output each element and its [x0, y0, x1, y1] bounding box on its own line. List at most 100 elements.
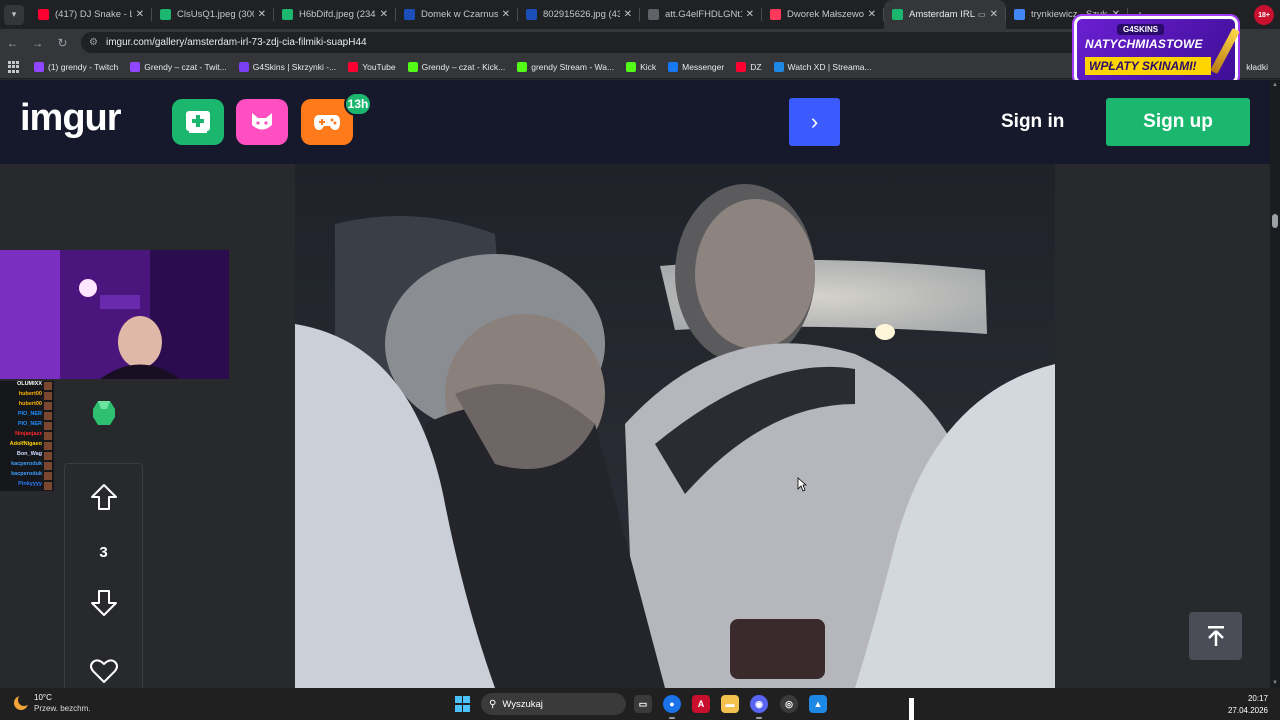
close-tab-icon[interactable]: ✕ — [624, 9, 632, 20]
chrome-icon[interactable]: ● — [663, 695, 681, 713]
bookmark-label: grendy Stream - Wa... — [531, 62, 615, 72]
browser-tab[interactable]: 802915626.jpg (433× ✕ — [518, 0, 640, 29]
taskbar-search[interactable]: ⚲ Wyszukaj — [481, 693, 626, 715]
browser-tab-title: Dworek Małszewo - — [787, 9, 864, 20]
stream-chat-overlay: OLUMIXX hubert00 hubert00 PIO_NER PIO_NER Nin… — [0, 381, 54, 491]
bookmark-item[interactable]: grendy Stream - Wa... — [517, 62, 614, 72]
browser-tab[interactable]: Amsterdam IRL | ▭ ✕ — [884, 0, 1006, 29]
bookmark-item[interactable]: YouTube — [348, 62, 396, 72]
scroll-down-icon[interactable]: ▼ — [1272, 680, 1278, 686]
chat-emote-icon — [44, 472, 52, 480]
discord-icon[interactable]: ◉ — [750, 695, 768, 713]
apps-grid-icon[interactable] — [8, 61, 20, 73]
system-clock[interactable]: 20:17 27.04.2026 — [1228, 693, 1268, 717]
kick-icon — [626, 62, 637, 72]
tab-media-icon[interactable]: ▭ — [978, 10, 986, 19]
photos-app-icon[interactable]: ▲ — [809, 695, 827, 713]
g4skins-promo-banner[interactable]: G4SKINS NATYCHMIASTOWE WPŁATY SKINAMI! — [1074, 16, 1240, 84]
close-tab-icon[interactable]: ✕ — [868, 9, 876, 20]
chat-username: PIO_NER — [17, 411, 42, 417]
close-tab-icon[interactable]: ✕ — [136, 9, 144, 20]
bookmark-item[interactable]: DZ — [736, 62, 762, 72]
browser-tab-title: (417) DJ Snake - Let — [55, 9, 132, 20]
chat-emote-icon — [44, 432, 52, 440]
weather-temperature: 10°C — [34, 693, 52, 702]
sign-up-button[interactable]: Sign up — [1106, 98, 1250, 146]
close-tab-icon[interactable]: ✕ — [258, 9, 266, 20]
mouse-cursor-icon — [797, 477, 807, 492]
new-post-button[interactable] — [172, 99, 224, 145]
sign-in-link[interactable]: Sign in — [1001, 111, 1064, 133]
bookmark-item[interactable]: Watch XD | Streama... — [773, 62, 872, 72]
bookmark-label: G4Skins | Skrzynki -... — [252, 62, 337, 72]
close-tab-icon[interactable]: ✕ — [746, 9, 754, 20]
browser-tab[interactable]: att.G4elFHDLGNt1T7 ✕ — [640, 0, 762, 29]
steam-icon[interactable]: ◎ — [780, 695, 798, 713]
reload-icon[interactable]: ↻ — [50, 36, 75, 50]
forward-arrow-icon[interactable]: → — [25, 36, 50, 50]
task-view-icon[interactable]: ▭ — [634, 695, 652, 713]
chat-message: PIO_NER — [0, 421, 54, 431]
scroll-up-icon[interactable]: ▲ — [1272, 82, 1278, 88]
bookmark-label: Kick — [640, 62, 657, 72]
chat-message: kacperoduk — [0, 471, 54, 481]
heart-icon[interactable] — [89, 657, 119, 685]
browser-tab[interactable]: (417) DJ Snake - Let ✕ — [30, 0, 152, 29]
chat-username: hubert00 — [18, 401, 42, 407]
discord-running-indicator — [756, 717, 762, 719]
bookmark-item[interactable]: G4Skins | Skrzynki -... — [238, 62, 337, 72]
imgur-logo[interactable]: imgur — [20, 97, 122, 140]
bookmark-item[interactable]: Messenger — [668, 62, 724, 72]
chat-message: kacperoduk — [0, 461, 54, 471]
downvote-icon[interactable] — [89, 588, 119, 618]
chat-username: Ninjanjazz — [15, 431, 42, 437]
next-post-button[interactable]: › — [789, 98, 840, 146]
tab-search-button[interactable]: ▾ — [4, 4, 24, 25]
arrow-up-to-top-icon — [1207, 626, 1224, 646]
chat-message: OLUMIXX — [0, 381, 54, 391]
gem-icon — [93, 401, 115, 425]
webcam-frame — [0, 250, 229, 379]
browser-tab[interactable]: ClsUsQ1.jpeg (3000× ✕ — [152, 0, 274, 29]
imgur-icon — [160, 9, 171, 20]
meme-generator-button[interactable] — [236, 99, 288, 145]
scrollbar-thumb[interactable] — [1272, 214, 1278, 228]
kick-icon — [517, 62, 528, 72]
browser-tab[interactable]: H6bDifd.jpeg (234×2 ✕ — [274, 0, 396, 29]
page-scrollbar[interactable]: ▲ ▼ — [1270, 80, 1280, 688]
browser-tab[interactable]: Dworek Małszewo - ✕ — [762, 0, 884, 29]
chat-username: kacperoduk — [11, 461, 42, 467]
airbnb-icon — [770, 9, 781, 20]
bookmark-item[interactable]: Grendy – czat - Twit... — [130, 62, 227, 72]
adobe-acrobat-icon[interactable]: A — [692, 695, 710, 713]
bookmark-item[interactable]: Kick — [626, 62, 656, 72]
taskbar-overlay-bar — [909, 698, 914, 720]
file-explorer-icon[interactable]: ▬ — [721, 695, 739, 713]
back-to-top-button[interactable] — [1189, 612, 1242, 660]
gem-icon — [238, 62, 249, 72]
imgur-icon — [892, 9, 903, 20]
chat-emote-icon — [44, 422, 52, 430]
imgur-icon — [282, 9, 293, 20]
all-bookmarks-button[interactable]: kładki — [1246, 62, 1268, 72]
globe-icon — [648, 9, 659, 20]
back-arrow-icon[interactable]: ← — [0, 36, 25, 50]
site-info-icon[interactable]: ⚙ — [89, 37, 98, 48]
chat-username: OLUMIXX — [16, 381, 42, 387]
address-bar-url: imgur.com/gallery/amsterdam-irl-73-zdj-c… — [105, 37, 367, 48]
bookmark-item[interactable]: (1) grendy - Twitch — [34, 62, 118, 72]
close-tab-icon[interactable]: ✕ — [502, 9, 510, 20]
upvote-icon[interactable] — [89, 482, 119, 512]
weather-moon-icon[interactable] — [12, 694, 30, 712]
close-tab-icon[interactable]: ✕ — [380, 9, 388, 20]
post-media-video[interactable] — [295, 164, 1055, 688]
chat-username: Bon_Wag — [16, 451, 42, 457]
windows-start-icon[interactable] — [455, 696, 471, 712]
chat-message: PIO_NER — [0, 411, 54, 421]
address-bar[interactable]: ⚙ imgur.com/gallery/amsterdam-irl-73-zdj… — [81, 32, 1081, 53]
bookmark-label: Watch XD | Streama... — [787, 62, 872, 72]
browser-tab[interactable]: Domek w Czarnusze ✕ — [396, 0, 518, 29]
close-tab-icon[interactable]: ✕ — [990, 9, 998, 20]
chevron-right-icon: › — [810, 109, 819, 134]
bookmark-item[interactable]: Grendy – czat - Kick... — [407, 62, 505, 72]
